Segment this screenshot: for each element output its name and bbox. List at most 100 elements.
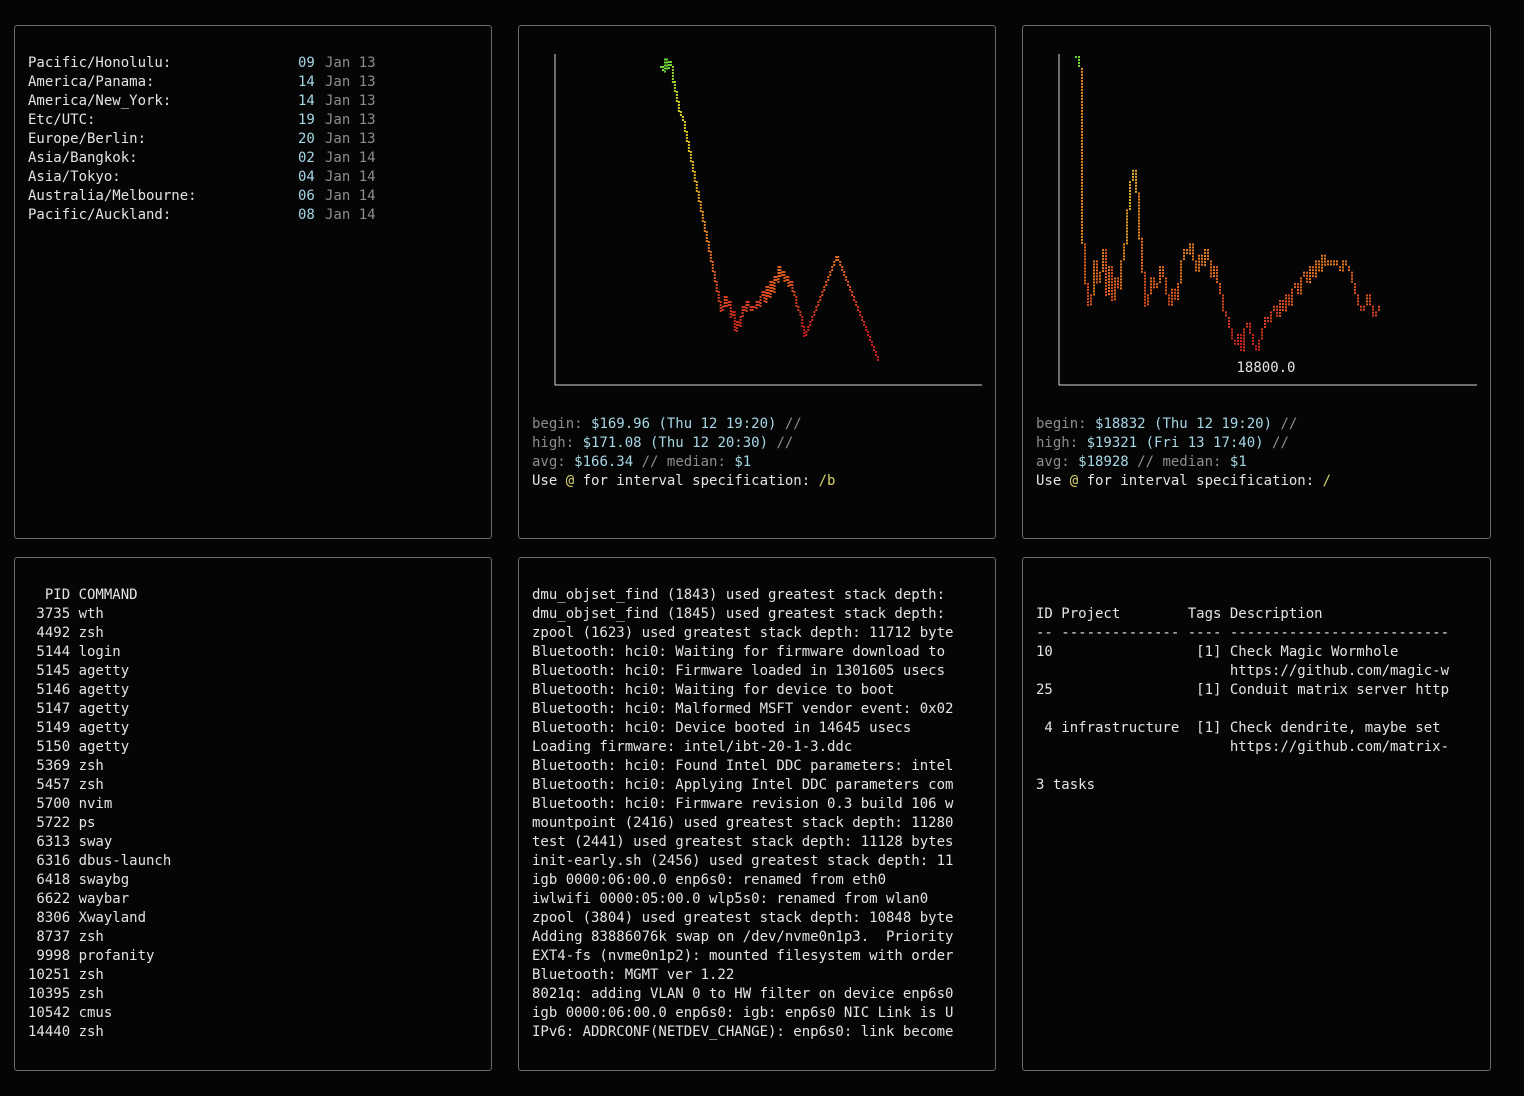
- chart-axes: [554, 54, 982, 386]
- chart-point: [1093, 278, 1095, 281]
- chart-point: [1081, 160, 1083, 163]
- chart-point: [819, 296, 822, 298]
- task-list-pane[interactable]: ID Project Tags Description -- ----------…: [1022, 557, 1491, 1071]
- chart-point: [699, 201, 702, 203]
- chart-point: [1099, 274, 1101, 277]
- chart-point: [709, 257, 712, 259]
- chart-point: [1081, 202, 1083, 205]
- chart-point: [1225, 311, 1227, 314]
- chart-point: [1285, 309, 1287, 312]
- kernel-log-pane[interactable]: dmu_objset_find (1843) used greatest sta…: [518, 557, 996, 1071]
- process-row: 8737 zsh: [28, 929, 104, 945]
- timezone-name: America/Panama:: [28, 74, 155, 90]
- chart-point: [1216, 278, 1218, 281]
- chart-point: [1201, 254, 1203, 257]
- chart-point: [835, 256, 838, 258]
- chart-point: [877, 359, 879, 361]
- chart-point: [737, 324, 740, 326]
- chart-point: [795, 302, 798, 304]
- chart-point: [735, 330, 738, 332]
- chart-point: [1177, 289, 1179, 292]
- chart-point: [1222, 294, 1224, 297]
- chart-point: [1228, 326, 1230, 328]
- chart-point: [1105, 252, 1107, 255]
- chart-point: [1099, 271, 1101, 274]
- chart-point: [717, 294, 720, 296]
- chart-point: [1081, 112, 1083, 115]
- chart-point: [675, 94, 678, 96]
- chart-point: [787, 279, 790, 281]
- process-list-pane[interactable]: PID COMMAND 3735 wth 4492 zsh 5144 login…: [14, 557, 492, 1071]
- chart-point: [664, 61, 666, 64]
- process-row: 14440 zsh: [28, 1024, 104, 1040]
- chart-point: [1270, 320, 1272, 323]
- chart-point: [691, 170, 694, 172]
- chart-point: [1102, 264, 1104, 267]
- chart-point: [687, 150, 690, 152]
- chart-point: [1231, 334, 1233, 337]
- chart-point: [1309, 269, 1311, 272]
- chart-point: [729, 307, 732, 309]
- chart-point: [725, 296, 728, 298]
- log-line: mountpoint (2416) used greatest stack de…: [532, 815, 954, 831]
- chart-point: [664, 58, 666, 61]
- chart-point: [1126, 227, 1128, 230]
- chart-point: [1081, 163, 1083, 166]
- chart-point: [713, 274, 716, 276]
- chart-point: [1369, 300, 1371, 303]
- chart-point: [1081, 187, 1083, 190]
- chart-point: [791, 290, 794, 292]
- timezone-row: America/Panama: 14 Jan 13: [28, 73, 448, 92]
- chart-point: [1258, 345, 1260, 348]
- chart-point: [1243, 349, 1245, 352]
- price-chart-pane-2[interactable]: 18800.0 begin: $18832 (Thu 12 19:20) // …: [1022, 25, 1491, 539]
- price-chart-pane-1[interactable]: begin: $169.96 (Thu 12 19:20) // high: $…: [518, 25, 996, 539]
- chart-point: [777, 269, 780, 271]
- chart-point: [1240, 337, 1242, 339]
- chart-point: [777, 275, 780, 277]
- chart-point: [689, 157, 692, 159]
- chart-point: [1198, 260, 1200, 263]
- chart-point: [1282, 300, 1284, 302]
- chart-point: [761, 294, 764, 296]
- chart-point: [767, 289, 770, 291]
- chart-point: [1099, 280, 1101, 283]
- chart-point: [1279, 306, 1281, 308]
- chart-point: [691, 167, 694, 169]
- chart-point: [771, 284, 774, 286]
- chart-point: [1267, 317, 1269, 319]
- chart-point: [723, 305, 726, 307]
- chart-point: [1171, 291, 1173, 294]
- chart-point: [799, 314, 802, 316]
- chart-point: [729, 310, 732, 312]
- chart-point: [1207, 252, 1209, 255]
- chart-point: [1180, 275, 1182, 278]
- chart-point: [1105, 249, 1107, 252]
- chart-point: [1342, 260, 1344, 263]
- log-line: Bluetooth: hci0: Applying Intel DDC para…: [532, 777, 954, 793]
- chart-point: [731, 311, 734, 313]
- chart-point: [1141, 237, 1143, 240]
- chart-point: [1168, 294, 1170, 297]
- chart-point: [1291, 291, 1293, 294]
- chart-point: [847, 284, 850, 286]
- chart-point: [717, 300, 720, 302]
- chart-point: [1081, 73, 1083, 76]
- chart-point: [1135, 190, 1137, 193]
- chart-point: [1300, 283, 1302, 286]
- chart-point: [1267, 320, 1269, 322]
- chart-point: [1249, 322, 1251, 325]
- chart-point: [1114, 289, 1116, 292]
- chart-point: [695, 187, 698, 189]
- chart-point: [1081, 145, 1083, 148]
- chart-point: [1204, 249, 1206, 252]
- chart-point: [697, 194, 700, 196]
- chart-point: [1192, 252, 1194, 255]
- chart-point: [1144, 280, 1146, 283]
- chart-point: [1144, 277, 1146, 280]
- chart-point: [1306, 277, 1308, 280]
- chart-point: [1081, 190, 1083, 193]
- chart-point: [1138, 222, 1140, 225]
- chart-point: [1330, 260, 1332, 263]
- timezone-pane[interactable]: Pacific/Honolulu: 09 Jan 13 America/Panama:…: [14, 25, 492, 539]
